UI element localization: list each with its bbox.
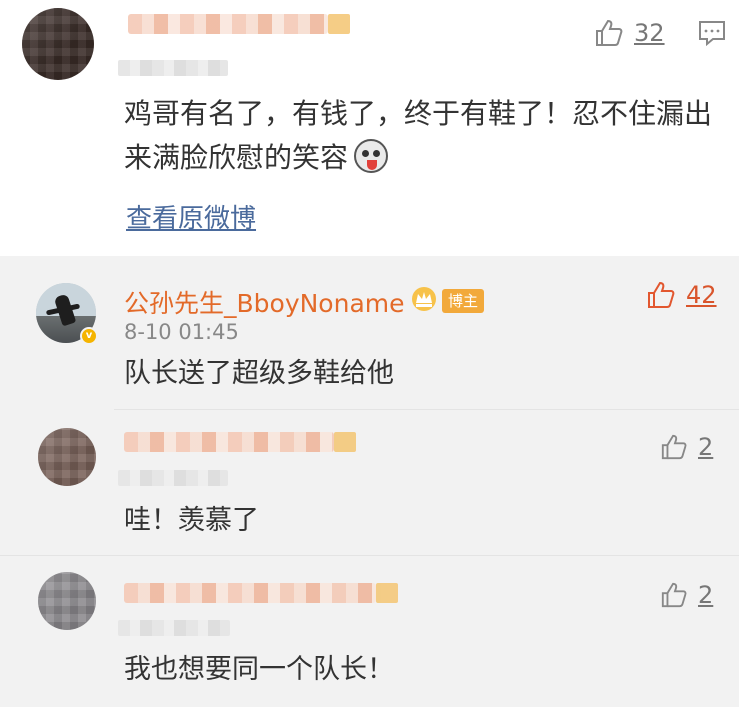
comment-thread: 32 鸡哥有名了，有钱了，终于有鞋了！忍不住漏出来满脸欣慰的笑容 查看原微博 v… xyxy=(0,0,739,707)
like-button[interactable]: 32 xyxy=(594,18,665,48)
comment-text: 鸡哥有名了，有钱了，终于有鞋了！忍不住漏出来满脸欣慰的笑容 xyxy=(124,92,724,180)
reply-text: 哇！羡慕了 xyxy=(124,505,259,536)
like-count: 32 xyxy=(634,19,665,47)
divider xyxy=(0,555,739,556)
avatar[interactable] xyxy=(38,428,96,486)
reply-text: 我也想要同一个队长！ xyxy=(124,654,394,685)
like-count: 2 xyxy=(698,581,714,609)
emoji-tongue xyxy=(367,160,378,170)
avatar-blur xyxy=(38,572,96,630)
doge-emoji-icon xyxy=(354,139,389,173)
verified-icon: v xyxy=(80,327,98,345)
blurred-username xyxy=(124,432,356,452)
blurred-username xyxy=(128,14,350,34)
like-count: 2 xyxy=(698,433,714,461)
like-button[interactable]: 42 xyxy=(646,280,717,310)
username[interactable]: 公孙先生_BboyNoname xyxy=(124,284,405,320)
avatar-blur xyxy=(22,8,94,80)
comment-icon[interactable] xyxy=(698,20,726,46)
blurred-timestamp xyxy=(118,470,228,486)
divider xyxy=(114,409,739,410)
view-original-link[interactable]: 查看原微博 xyxy=(126,198,256,235)
top-comment-card: 32 鸡哥有名了，有钱了，终于有鞋了！忍不住漏出来满脸欣慰的笑容 查看原微博 xyxy=(0,0,739,256)
timestamp: 8-10 01:45 xyxy=(124,320,239,344)
crown-icon xyxy=(412,287,436,311)
thumbs-up-icon xyxy=(596,19,623,46)
blurred-username xyxy=(124,583,398,603)
blurred-timestamp xyxy=(118,60,228,76)
blogger-badge: 博主 xyxy=(442,289,485,313)
avatar-blur xyxy=(38,428,96,486)
reply-text: 队长送了超级多鞋给他 xyxy=(124,358,394,389)
like-button[interactable]: 2 xyxy=(660,433,713,461)
thumbs-up-icon xyxy=(648,281,675,308)
like-count: 42 xyxy=(686,281,717,309)
like-button[interactable]: 2 xyxy=(660,581,713,609)
thumbs-up-icon xyxy=(661,434,687,460)
avatar[interactable] xyxy=(22,8,94,80)
comment-text-body: 鸡哥有名了，有钱了，终于有鞋了！忍不住漏出来满脸欣慰的笑容 xyxy=(124,97,713,174)
blurred-timestamp xyxy=(118,620,230,636)
reply-list xyxy=(0,256,739,707)
avatar[interactable] xyxy=(38,572,96,630)
thumbs-up-icon xyxy=(661,582,687,608)
